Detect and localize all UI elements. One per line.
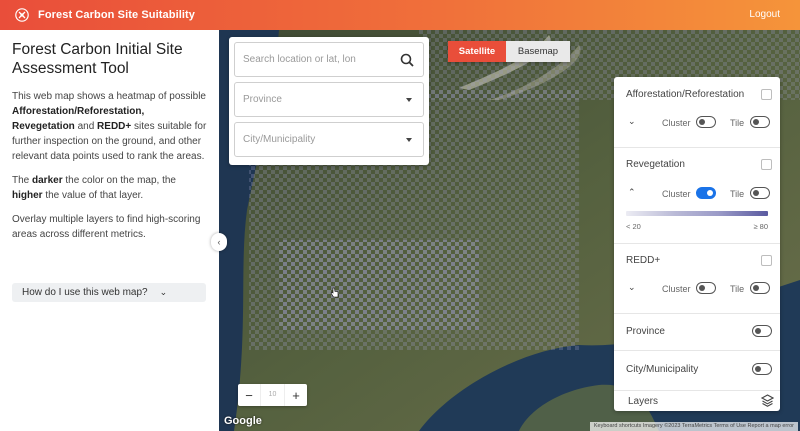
chevron-down-icon[interactable]: ⌄ [628,116,636,127]
redd-cluster-toggle[interactable] [696,282,716,294]
chevron-down-icon[interactable]: ⌄ [628,282,636,293]
layer-revegetation-title: Revegetation [626,159,685,170]
search-panel: Province City/Municipality [229,37,429,165]
layer-afforestation-checkbox[interactable] [761,89,772,100]
layer-redd-title: REDD+ [626,255,661,266]
layer-afforestation: Afforestation/Reforestation [626,89,772,103]
chevron-up-icon[interactable]: ⌃ [628,187,636,198]
layer-redd: REDD+ [626,255,772,269]
tile-label: Tile [730,118,745,128]
divider [614,147,780,148]
hand-cursor-icon [330,287,339,298]
city-layer-toggle[interactable] [752,363,772,375]
layer-revegetation-checkbox[interactable] [761,159,772,170]
cluster-label: Cluster [662,189,691,199]
zoom-in-button[interactable]: + [285,388,307,403]
cluster-label: Cluster [662,118,691,128]
map-attribution[interactable]: Keyboard shortcuts Imagery ©2023 TerraMe… [589,422,798,431]
darker-prefix: The [12,175,33,186]
province-layer-label: Province [626,326,665,337]
layer-redd-options: ⌄ Cluster Tile [626,282,772,296]
sidebar: Forest Carbon Initial Site Assessment To… [0,30,219,431]
intro-bold-redd: REDD+ [97,121,132,132]
collapse-sidebar-button[interactable]: ‹ [211,233,227,251]
city-select[interactable]: City/Municipality [234,122,424,157]
darker-paragraph: The darker the color on the map, the hig… [12,173,207,203]
intro-and: and [74,121,98,132]
map-type-toggle: Satellite Basemap [448,41,570,62]
darker-mid: the color on the map, the [62,175,176,186]
zoom-level: 10 [260,384,285,406]
afforestation-tile-toggle[interactable] [750,116,770,128]
divider [614,313,780,314]
logout-link[interactable]: Logout [749,9,780,20]
intro-text: This web map shows a heatmap of possible [12,91,206,102]
redd-tile-toggle[interactable] [750,282,770,294]
search-icon[interactable] [400,53,414,67]
google-logo: Google [224,415,262,427]
chevron-left-icon: ‹ [217,237,221,247]
layers-footer[interactable]: Layers [614,390,780,411]
chevron-down-icon: ⌄ [159,287,168,297]
darker-suffix: the value of that layer. [42,190,144,201]
city-boundary-layer: City/Municipality [626,363,772,378]
sidebar-title: Forest Carbon Initial Site Assessment To… [12,41,183,77]
intro-comma: , [141,106,145,117]
province-select[interactable]: Province [234,82,424,117]
cluster-label: Cluster [662,284,691,294]
layer-afforestation-title: Afforestation/Reforestation [626,89,745,100]
layer-revegetation-options: ⌃ Cluster Tile [626,187,772,201]
layer-revegetation: Revegetation [626,159,772,173]
city-layer-label: City/Municipality [626,364,699,375]
revegetation-tile-toggle[interactable] [750,187,770,199]
satellite-button[interactable]: Satellite [448,41,506,62]
legend-high-label: ≥ 80 [753,222,768,231]
higher-bold: higher [12,190,43,201]
basemap-button[interactable]: Basemap [506,41,570,62]
city-select-placeholder: City/Municipality [243,134,316,145]
search-input[interactable] [243,54,393,65]
divider [614,350,780,351]
tile-label: Tile [730,189,745,199]
revegetation-cluster-toggle[interactable] [696,187,716,199]
intro-paragraph: This web map shows a heatmap of possible… [12,89,207,164]
intro-bold-revegetation: Revegetation [12,121,75,132]
how-to-use-label: How do I use this web map? [22,287,148,298]
darker-bold: darker [32,175,63,186]
divider [614,243,780,244]
afforestation-cluster-toggle[interactable] [696,116,716,128]
app-header: Forest Carbon Site Suitability Logout [0,0,800,30]
layers-panel: Afforestation/Reforestation ⌄ Cluster Ti… [614,77,780,411]
layers-footer-label: Layers [628,396,659,407]
revegetation-legend-bar [626,211,768,216]
layer-afforestation-options: ⌄ Cluster Tile [626,116,772,130]
caret-down-icon [406,98,412,102]
zoom-out-button[interactable]: − [238,388,260,403]
zoom-control: − 10 + [238,384,307,406]
layers-stack-icon[interactable] [761,394,774,407]
caret-down-icon [406,138,412,142]
tile-label: Tile [730,284,745,294]
app-title: Forest Carbon Site Suitability [38,9,196,21]
province-boundary-layer: Province [626,325,772,340]
search-field[interactable] [234,42,424,77]
app-logo-icon [15,8,29,22]
how-to-use-accordion[interactable]: How do I use this web map? ⌄ [12,283,206,302]
legend-low-label: < 20 [626,222,641,231]
intro-bold-afforestation: Afforestation/Reforestation [12,106,142,117]
overlay-paragraph: Overlay multiple layers to find high-sco… [12,214,201,240]
province-layer-toggle[interactable] [752,325,772,337]
layer-redd-checkbox[interactable] [761,255,772,266]
province-select-placeholder: Province [243,94,282,105]
